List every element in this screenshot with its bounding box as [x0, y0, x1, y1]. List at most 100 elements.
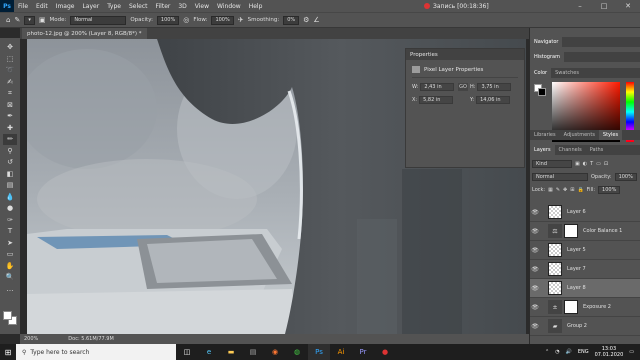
filter-adjust-icon[interactable]: ◐ [583, 161, 587, 167]
visibility-eye-icon[interactable]: 👁 [530, 209, 540, 216]
layer-row[interactable]: 👁 Layer 7 [530, 260, 640, 279]
visibility-eye-icon[interactable]: 👁 [530, 247, 540, 254]
minimize-button[interactable]: – [568, 0, 592, 12]
layer-row[interactable]: 👁 ▰ Group 2 [530, 317, 640, 336]
premiere-taskbar-icon[interactable]: Pr [352, 344, 374, 360]
menu-image[interactable]: Image [52, 3, 79, 10]
windows-start-icon[interactable]: ⊞ [0, 344, 16, 360]
path-selection-tool-icon[interactable]: ➤ [3, 238, 17, 249]
layer-mask-thumbnail[interactable] [564, 224, 578, 238]
lock-transparent-icon[interactable]: ▦ [548, 187, 553, 193]
document-tab[interactable]: photo-12.jpg @ 200% (Layer 8, RGB/8*) * [22, 28, 147, 39]
menu-layer[interactable]: Layer [78, 3, 103, 10]
menu-window[interactable]: Window [213, 3, 245, 10]
smoothing-field[interactable]: 0% [283, 15, 300, 25]
angle-icon[interactable]: ∠ [313, 16, 319, 24]
layer-row[interactable]: 👁 ± Exposure 2 [530, 298, 640, 317]
layer-row[interactable]: 👁 Layer 5 [530, 241, 640, 260]
store-icon[interactable]: ▤ [242, 344, 264, 360]
brush-panel-icon[interactable]: ▣ [39, 16, 46, 24]
tray-chevron-icon[interactable]: ⌃ [545, 349, 549, 355]
chrome-icon[interactable]: ◍ [286, 344, 308, 360]
zoom-level[interactable]: 200% [24, 336, 38, 342]
foreground-color-swatch[interactable] [3, 311, 12, 320]
kind-filter-select[interactable]: Kind [532, 160, 572, 168]
filter-pixel-icon[interactable]: ▣ [575, 161, 580, 167]
tab-libraries[interactable]: Libraries [530, 130, 560, 140]
pen-tool-icon[interactable]: ✑ [3, 215, 17, 226]
visibility-eye-icon[interactable]: 👁 [530, 266, 540, 273]
language-indicator[interactable]: ENG [578, 349, 589, 355]
color-background-swatch[interactable] [538, 88, 546, 96]
firefox-icon[interactable]: ◉ [264, 344, 286, 360]
gradient-tool-icon[interactable]: ▤ [3, 180, 17, 191]
link-dimensions-button[interactable]: GO [458, 83, 468, 91]
visibility-eye-icon[interactable]: 👁 [530, 228, 540, 235]
maximize-button[interactable]: □ [592, 0, 616, 12]
tab-swatches[interactable]: Swatches [551, 68, 583, 78]
marquee-tool-icon[interactable]: ⬚ [3, 54, 17, 65]
home-icon[interactable]: ⌂ [6, 16, 10, 24]
lock-position-icon[interactable]: ✥ [563, 187, 567, 193]
taskbar-search[interactable]: ⚲ Type here to search [16, 344, 176, 360]
quick-select-tool-icon[interactable]: ✍ [3, 77, 17, 88]
clone-stamp-tool-icon[interactable]: ⚲ [3, 146, 17, 157]
task-view-icon[interactable]: ◫ [176, 344, 198, 360]
menu-edit[interactable]: Edit [32, 3, 52, 10]
lock-paint-icon[interactable]: ✎ [556, 187, 560, 193]
more-tools-icon[interactable]: … [3, 284, 17, 295]
layer-opacity-field[interactable]: 100% [614, 173, 637, 181]
file-explorer-icon[interactable]: ▬ [220, 344, 242, 360]
tab-color[interactable]: Color [530, 68, 552, 78]
recorder-taskbar-icon[interactable]: ● [374, 344, 396, 360]
blend-mode-select[interactable]: Normal [532, 173, 588, 181]
menu-3d[interactable]: 3D [174, 3, 190, 10]
move-tool-icon[interactable]: ✥ [3, 42, 17, 53]
eraser-tool-icon[interactable]: ◧ [3, 169, 17, 180]
layer-row[interactable]: 👁 Layer 6 [530, 203, 640, 222]
brush-size-picker[interactable]: ▾ [24, 15, 35, 25]
fill-field[interactable]: 100% [598, 186, 621, 194]
layer-mask-thumbnail[interactable] [564, 300, 578, 314]
network-icon[interactable]: ◔ [555, 349, 559, 355]
volume-icon[interactable]: 🔊 [566, 349, 572, 355]
menu-type[interactable]: Type [103, 3, 125, 10]
opacity-field[interactable]: 100% [156, 15, 180, 25]
menu-select[interactable]: Select [125, 3, 152, 10]
dodge-tool-icon[interactable]: ● [3, 203, 17, 214]
layer-row[interactable]: 👁 ⚖ Color Balance 1 [530, 222, 640, 241]
brush-tool-icon[interactable]: ✏ [3, 134, 17, 145]
airbrush-icon[interactable]: ✈ [238, 16, 244, 24]
history-brush-tool-icon[interactable]: ↺ [3, 157, 17, 168]
crop-tool-icon[interactable]: ⌗ [3, 88, 17, 99]
photoshop-taskbar-icon[interactable]: Ps [308, 344, 330, 360]
visibility-eye-icon[interactable]: 👁 [530, 323, 540, 330]
tab-paths[interactable]: Paths [586, 145, 608, 155]
visibility-eye-icon[interactable]: 👁 [530, 304, 540, 311]
edge-icon[interactable]: e [198, 344, 220, 360]
illustrator-taskbar-icon[interactable]: Ai [330, 344, 352, 360]
hand-tool-icon[interactable]: ✋ [3, 261, 17, 272]
menu-help[interactable]: Help [245, 3, 267, 10]
smoothing-settings-icon[interactable]: ⚙ [303, 16, 309, 24]
menu-filter[interactable]: Filter [152, 3, 175, 10]
notifications-icon[interactable]: ▭ [629, 349, 634, 355]
healing-tool-icon[interactable]: ✚ [3, 123, 17, 134]
blur-tool-icon[interactable]: 💧 [3, 192, 17, 203]
tab-navigator[interactable]: Navigator [530, 37, 563, 47]
filter-type-icon[interactable]: T [590, 161, 593, 167]
tab-adjustments[interactable]: Adjustments [560, 130, 599, 140]
pressure-opacity-icon[interactable]: ◎ [183, 16, 189, 24]
lock-all-icon[interactable]: 🔒 [577, 187, 583, 193]
lasso-tool-icon[interactable]: ➰ [3, 65, 17, 76]
filter-smart-icon[interactable]: ⊡ [604, 161, 608, 167]
close-button[interactable]: ✕ [616, 0, 640, 12]
mode-select[interactable]: Normal [70, 15, 127, 25]
menu-file[interactable]: File [14, 3, 32, 10]
recording-indicator[interactable]: Запись [00:18:36] [424, 1, 489, 11]
tab-channels[interactable]: Channels [555, 145, 586, 155]
brush-preset-icon[interactable]: ✎ [14, 16, 20, 24]
frame-tool-icon[interactable]: ⊠ [3, 100, 17, 111]
zoom-tool-icon[interactable]: 🔍 [3, 272, 17, 283]
shape-tool-icon[interactable]: ▭ [3, 249, 17, 260]
